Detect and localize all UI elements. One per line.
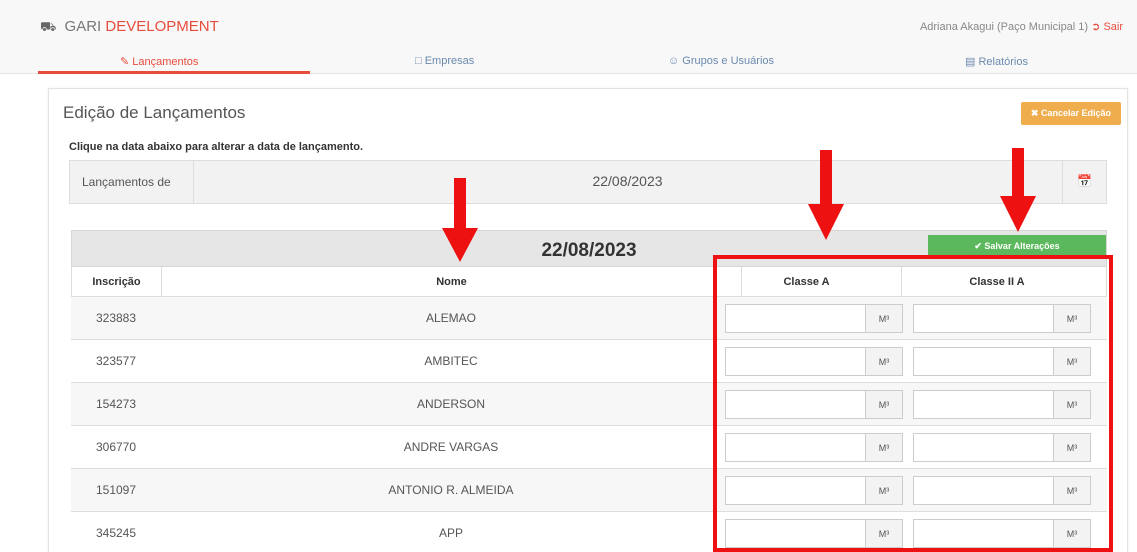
annotation-highlight-box [713,255,1113,552]
nome-cell: ANDRE VARGAS [403,440,499,454]
calendar-icon[interactable]: 📅 [1062,161,1106,203]
logout-link[interactable]: ➲ Sair [1091,21,1123,33]
check-icon: ✔ [974,241,982,251]
annotation-arrow-nome [442,178,478,262]
page-title: Edição de Lançamentos [63,103,246,122]
inscricao-cell: 345245 [95,526,137,540]
tab-lancamentos[interactable]: ✎ Lançamentos [120,55,198,68]
nome-cell: AMBITEC [424,354,478,368]
tab-empresas[interactable]: □ Empresas [415,55,474,67]
inscricao-cell: 323577 [95,354,137,368]
date-label: Lançamentos de [70,161,194,203]
nome-cell: ANDERSON [416,397,485,411]
nome-cell: ANTONIO R. ALMEIDA [388,483,514,497]
tab-relatorios[interactable]: ▤ Relatórios [965,55,1028,68]
users-icon: ☺ [668,55,680,67]
annotation-arrow-classe-a [808,150,844,240]
main-nav: ✎ Lançamentos □ Empresas ☺ Grupos e Usuá… [0,44,1137,74]
nome-cell: ALEMAO [425,311,476,325]
inscricao-cell: 154273 [95,397,137,411]
date-picker[interactable]: Lançamentos de 22/08/2023 📅 [69,160,1107,204]
col-inscricao: Inscrição [72,267,162,296]
user-info: Adriana Akagui (Paço Municipal 1) ➲ Sair [920,20,1123,33]
cancel-edit-button[interactable]: ✖ Cancelar Edição [1020,102,1121,125]
nome-cell: APP [438,526,463,540]
date-hint: Clique na data abaixo para alterar a dat… [69,141,364,153]
inscricao-cell: 323883 [95,311,137,325]
edit-icon: ✎ [120,56,130,68]
inscricao-cell: 306770 [95,440,137,454]
user-name: Adriana Akagui (Paço Municipal 1) [919,21,1089,33]
active-tab-indicator [38,71,310,74]
logout-icon: ➲ [1091,21,1101,33]
inscricao-cell: 151097 [95,483,137,497]
col-nome: Nome [162,267,742,296]
top-bar: ⛟ GARI DEVELOPMENT Adriana Akagui (Paço … [0,0,1137,44]
report-icon: ▤ [965,56,976,68]
annotation-arrow-save [1000,148,1036,232]
tab-grupos-usuarios[interactable]: ☺ Grupos e Usuários [668,55,774,67]
date-value[interactable]: 22/08/2023 [195,161,1060,203]
brand-logo[interactable]: ⛟ GARI DEVELOPMENT [40,18,219,37]
truck-icon: ⛟ [40,19,57,34]
close-icon: ✖ [1030,108,1039,118]
brand-part2: DEVELOPMENT [105,18,219,35]
building-icon: □ [415,55,422,67]
save-changes-button[interactable]: ✔ Salvar Alterações [928,235,1106,257]
brand-part1: GARI [64,18,102,35]
